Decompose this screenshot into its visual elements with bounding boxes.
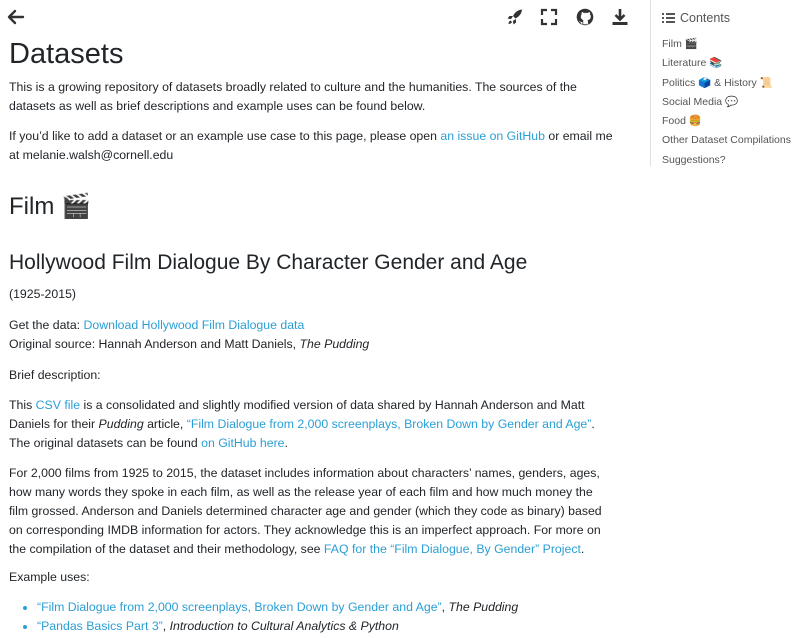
desc1-text-c: article,: [143, 417, 187, 431]
toc-heading: Contents: [662, 11, 730, 27]
github-icon[interactable]: [575, 7, 595, 27]
rocket-icon[interactable]: [505, 7, 525, 27]
desc1-text-a: This: [9, 398, 36, 412]
contribute-text-pre: If you’d like to add a dataset or an exa…: [9, 129, 441, 143]
description-paragraph-2: For 2,000 films from 1925 to 2015, the d…: [9, 464, 615, 559]
example-use-sep: ,: [162, 619, 170, 633]
download-data-link[interactable]: Download Hollywood Film Dialogue data: [84, 318, 305, 332]
csv-file-link[interactable]: CSV file: [36, 398, 80, 412]
github-data-link[interactable]: on GitHub here: [201, 436, 284, 450]
source-line: Original source: Hannah Anderson and Mat…: [9, 335, 615, 354]
desc1-text-e: .: [284, 436, 288, 450]
toc-sidebar: Contents Film 🎬 Literature 📚 Politics 🗳️…: [650, 0, 800, 166]
arrow-left-icon[interactable]: [6, 7, 26, 27]
toc-item-suggestions[interactable]: Suggestions?: [662, 151, 800, 170]
list-icon: [662, 12, 675, 27]
example-uses-label: Example uses:: [9, 570, 90, 584]
list-item: “Pandas Basics Part 3”, Introduction to …: [37, 617, 643, 636]
toc-heading-label: Contents: [680, 11, 731, 25]
get-data-line: Get the data: Download Hollywood Film Di…: [9, 316, 615, 335]
fullscreen-icon[interactable]: [539, 7, 559, 27]
example-use-link-2[interactable]: “Pandas Basics Part 3”: [37, 619, 163, 633]
section-heading-film: Film 🎬: [9, 193, 91, 220]
page-title: Datasets: [9, 38, 124, 70]
example-use-link-1[interactable]: “Film Dialogue from 2,000 screenplays, B…: [37, 600, 442, 614]
toc-item-literature[interactable]: Literature 📚: [662, 54, 800, 73]
example-use-pub-1: The Pudding: [448, 600, 519, 614]
contribute-paragraph: If you’d like to add a dataset or an exa…: [9, 127, 615, 165]
example-use-pub-2: Introduction to Cultural Analytics & Pyt…: [169, 619, 399, 633]
download-icon[interactable]: [610, 7, 630, 27]
toc-item-film[interactable]: Film 🎬: [662, 35, 800, 54]
brief-description-label: Brief description:: [9, 368, 101, 382]
toc-item-social-media[interactable]: Social Media 💬: [662, 93, 800, 112]
dataset-years: (1925-2015): [9, 287, 76, 301]
get-data-label: Get the data:: [9, 318, 84, 332]
toc-list: Film 🎬 Literature 📚 Politics 🗳️ & Histor…: [662, 35, 800, 170]
pudding-article-link[interactable]: “Film Dialogue from 2,000 screenplays, B…: [187, 417, 592, 431]
example-uses-list: “Film Dialogue from 2,000 screenplays, B…: [9, 598, 643, 636]
top-toolbar: [0, 0, 648, 34]
dataset-title: Hollywood Film Dialogue By Character Gen…: [9, 251, 528, 274]
toc-item-other-compilations[interactable]: Other Dataset Compilations: [662, 131, 800, 150]
list-item: “Film Dialogue from 2,000 screenplays, B…: [37, 598, 643, 617]
intro-paragraph: This is a growing repository of datasets…: [9, 80, 577, 113]
description-paragraph-1: This CSV file is a consolidated and slig…: [9, 396, 615, 453]
toc-item-food[interactable]: Food 🍔: [662, 112, 800, 131]
source-label: Original source: Hannah Anderson and Mat…: [9, 337, 300, 351]
faq-link[interactable]: FAQ for the “Film Dialogue, By Gender” P…: [324, 542, 581, 556]
github-issue-link[interactable]: an issue on GitHub: [440, 129, 545, 143]
source-publication: The Pudding: [299, 337, 370, 351]
desc1-pudding-em: Pudding: [98, 417, 144, 431]
toc-item-politics-history[interactable]: Politics 🗳️ & History 📜: [662, 74, 800, 93]
desc2-text-b: .: [580, 542, 585, 556]
